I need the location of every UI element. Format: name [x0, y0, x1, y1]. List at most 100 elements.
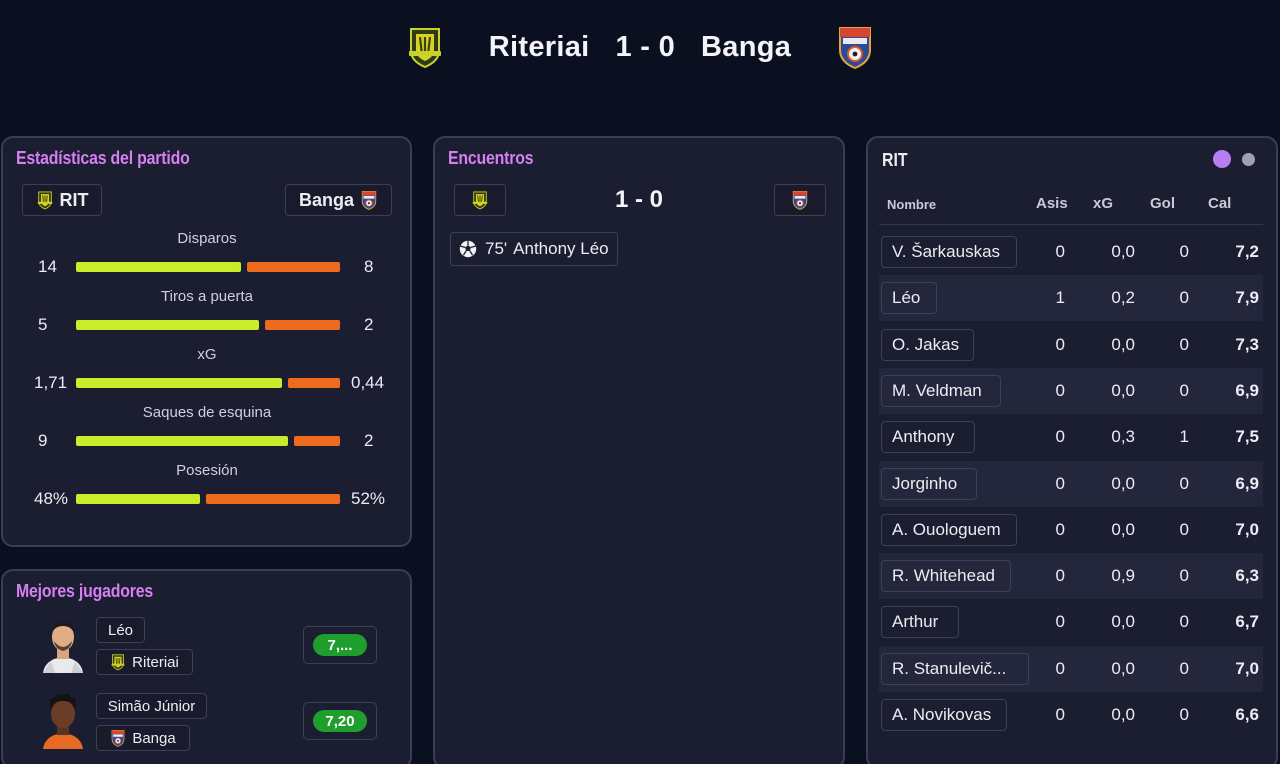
home-team-chip-label: RIT: [59, 189, 89, 210]
stat-home-bar: [76, 320, 259, 330]
cell-asis: 0: [1055, 334, 1065, 354]
table-row[interactable]: R. Stanulevič... 0 0,0 0 7,0: [879, 645, 1263, 692]
player-name-chip[interactable]: V. Šarkauskas: [881, 236, 1017, 268]
cell-xg: 0,0: [1111, 242, 1135, 261]
cell-cal: 7,0: [1235, 519, 1259, 539]
column-header-gol[interactable]: Gol: [1150, 195, 1175, 212]
cell-cal: 6,7: [1235, 612, 1259, 632]
player-name-chip[interactable]: M. Veldman: [881, 374, 1001, 407]
stat-away-value: 0,44: [351, 373, 385, 392]
match-stats-panel: Estadísticas del partido RIT Banga Dispa…: [1, 136, 412, 547]
player-name-chip[interactable]: A. Novikovas: [881, 699, 1007, 731]
stat-away-value: 8: [364, 257, 374, 276]
banga-crest-icon[interactable]: [835, 25, 875, 69]
cell-xg: 0,0: [1111, 658, 1135, 678]
banga-crest-icon: [360, 190, 378, 210]
cell-xg: 0,3: [1111, 427, 1135, 447]
table-row[interactable]: Léo 1 0,2 0 7,9: [879, 275, 1263, 322]
home-team-name[interactable]: Riteriai: [489, 31, 590, 64]
goal-event[interactable]: 75' Anthony Léo: [450, 232, 618, 266]
team-toggle-dot-active[interactable]: [1213, 150, 1231, 168]
banga-crest-icon: [110, 729, 126, 747]
cell-asis: 1: [1055, 288, 1065, 308]
riteriai-crest-icon[interactable]: [405, 25, 445, 69]
player-name-chip[interactable]: Jorginho: [881, 467, 977, 500]
column-header-cal[interactable]: Cal: [1208, 195, 1231, 212]
encounters-panel: Encuentros 1 - 0 75' Anthony Léo: [433, 136, 845, 764]
player-name-chip[interactable]: Arthur: [881, 606, 959, 639]
player-team: Banga: [132, 729, 176, 747]
player-name-chip[interactable]: Léo: [881, 282, 937, 315]
cell-asis: 0: [1055, 519, 1065, 539]
riteriai-crest-icon: [36, 190, 54, 210]
player-team-chip[interactable]: Riteriai: [96, 649, 193, 675]
stat-home-bar: [76, 494, 200, 504]
stat-home-value: 14: [38, 257, 57, 276]
column-header-xg[interactable]: xG: [1093, 195, 1113, 212]
cell-xg: 0,0: [1111, 519, 1135, 539]
header-divider: [879, 224, 1263, 225]
soccer-ball-icon: [459, 240, 477, 258]
player-rating-box: 7,20: [303, 702, 377, 740]
stat-label: Tiros a puerta: [161, 288, 253, 305]
player-name: Simão Júnior: [107, 697, 196, 715]
table-row[interactable]: Arthur 0 0,0 0 6,7: [879, 599, 1263, 645]
cell-gol: 0: [1179, 612, 1189, 632]
column-header-asis[interactable]: Asis: [1036, 195, 1068, 212]
player-avatar[interactable]: [41, 691, 85, 749]
table-row[interactable]: V. Šarkauskas 0 0,0 0 7,2: [879, 229, 1263, 275]
away-team-chip-label: Banga: [298, 189, 354, 210]
column-header-name[interactable]: Nombre: [887, 197, 936, 212]
stat-home-value: 5: [38, 315, 48, 334]
cell-gol: 0: [1179, 658, 1189, 678]
away-team-name[interactable]: Banga: [701, 31, 791, 64]
cell-xg: 0,0: [1111, 612, 1135, 632]
home-team-chip[interactable]: RIT: [22, 184, 102, 216]
cell-xg: 0,9: [1111, 566, 1135, 586]
cell-asis: 0: [1055, 427, 1065, 447]
player-name-chip[interactable]: Anthony: [881, 421, 975, 454]
cell-xg: 0,0: [1111, 334, 1135, 354]
cell-cal: 6,9: [1235, 473, 1259, 493]
cell-gol: 0: [1179, 380, 1189, 400]
table-row[interactable]: A. Ouologuem 0 0,0 0 7,0: [879, 507, 1263, 553]
player-team-chip[interactable]: Banga: [96, 725, 190, 751]
player-name-chip[interactable]: Simão Júnior: [96, 693, 207, 719]
stat-away-bar: [265, 320, 340, 330]
stat-home-value: 48%: [34, 489, 69, 508]
player-name: Léo: [107, 621, 134, 639]
table-row[interactable]: M. Veldman 0 0,0 0 6,9: [879, 367, 1263, 414]
cell-gol: 0: [1179, 519, 1189, 539]
team-toggle-dot[interactable]: [1242, 153, 1255, 166]
player-rating: 7,20: [313, 710, 367, 732]
riteriai-crest-icon: [110, 653, 126, 671]
table-row[interactable]: R. Whitehead 0 0,9 0 6,3: [879, 553, 1263, 600]
table-row[interactable]: A. Novikovas 0 0,0 0 6,6: [879, 692, 1263, 738]
table-row[interactable]: Anthony 0 0,3 1 7,5: [879, 414, 1263, 460]
cell-cal: 6,3: [1235, 566, 1259, 586]
cell-asis: 0: [1055, 705, 1065, 724]
stat-away-value: 52%: [351, 489, 386, 508]
cell-gol: 0: [1179, 705, 1189, 724]
away-team-chip[interactable]: [774, 184, 826, 216]
away-team-chip[interactable]: Banga: [285, 184, 392, 216]
player-rating: 7,...: [313, 634, 367, 656]
stat-away-value: 2: [364, 315, 374, 334]
cell-gol: 0: [1179, 334, 1189, 354]
table-row[interactable]: Jorginho 0 0,0 0 6,9: [879, 460, 1263, 507]
stat-label: Saques de esquina: [142, 404, 272, 421]
cell-xg: 0,0: [1111, 705, 1135, 724]
player-name-chip[interactable]: A. Ouologuem: [881, 513, 1017, 546]
best-players-title: Mejores jugadores: [16, 581, 153, 601]
match-stats-title: Estadísticas del partido: [16, 148, 190, 168]
player-name-chip[interactable]: Léo: [96, 617, 145, 643]
player-name-chip[interactable]: R. Whitehead: [881, 560, 1011, 593]
cell-gol: 0: [1179, 473, 1189, 493]
table-row[interactable]: O. Jakas 0 0,0 0 7,3: [879, 322, 1263, 368]
player-avatar[interactable]: [41, 615, 85, 673]
player-name-chip[interactable]: O. Jakas: [881, 328, 974, 361]
player-name-chip[interactable]: R. Stanulevič...: [881, 652, 1029, 685]
encounters-title: Encuentros: [448, 148, 534, 168]
stat-label: Posesión: [176, 462, 238, 479]
best-players-panel: Mejores jugadores Léo Riteriai 7,... Sim…: [1, 569, 412, 764]
